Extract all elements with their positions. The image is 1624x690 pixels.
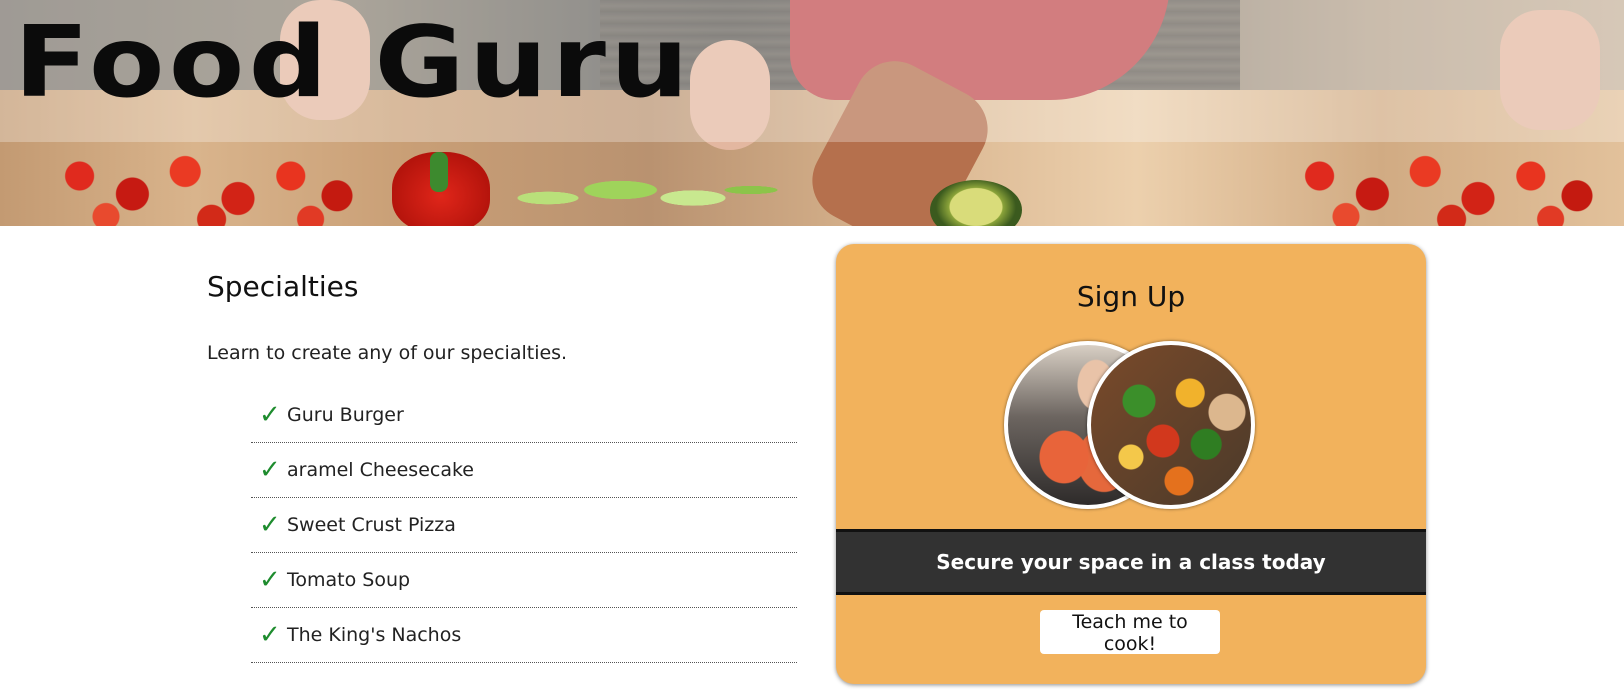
signup-card: Sign Up Secure your space in a class tod… [836,244,1426,684]
signup-band: Secure your space in a class today [836,529,1426,595]
list-item: ✓ Guru Burger [251,388,797,443]
list-item: ✓ aramel Cheesecake [251,443,797,498]
list-item: ✓ Sweet Crust Pizza [251,498,797,553]
check-icon: ✓ [259,455,281,485]
vegetables-photo [1087,341,1255,509]
site-logo[interactable]: Food Guru [14,14,693,112]
specialty-name: Guru Burger [287,404,404,426]
specialty-name: aramel Cheesecake [287,459,474,481]
banner-lettuce [490,150,780,226]
check-icon: ✓ [259,565,281,595]
banner-chopped-peppers-left [40,140,370,226]
specialties-section: Specialties Learn to create any of our s… [207,270,797,663]
check-icon: ✓ [259,400,281,430]
check-icon: ✓ [259,510,281,540]
banner-chopped-peppers-right [1280,140,1610,226]
signup-tagline: Secure your space in a class today [936,550,1326,574]
specialties-intro: Learn to create any of our specialties. [207,342,568,364]
signup-title: Sign Up [1076,280,1186,313]
banner-pepper-stem [430,152,448,192]
list-item: ✓ Tomato Soup [251,553,797,608]
specialty-name: The King's Nachos [287,624,462,646]
specialty-name: Sweet Crust Pizza [287,514,456,536]
teach-me-to-cook-button[interactable]: Teach me to cook! [1040,610,1220,655]
specialties-list: ✓ Guru Burger ✓ aramel Cheesecake ✓ Swee… [251,388,797,663]
check-icon: ✓ [259,620,281,650]
list-item: ✓ The King's Nachos [251,608,797,663]
specialty-name: Tomato Soup [287,569,411,591]
header-banner: Food Guru [0,0,1624,226]
specialties-title: Specialties [207,270,359,303]
